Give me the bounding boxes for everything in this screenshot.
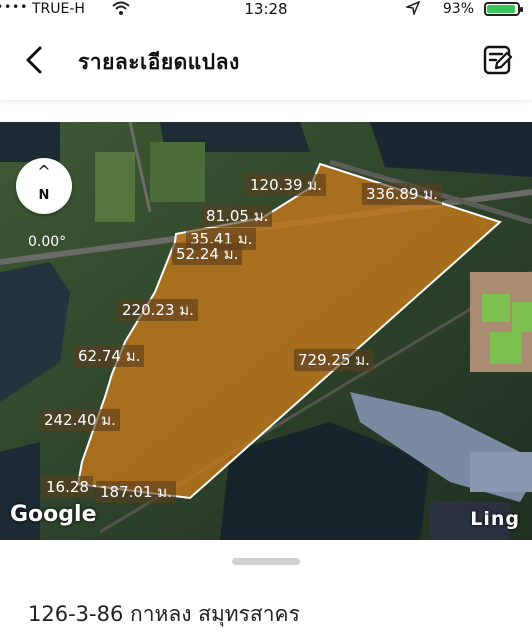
measurement-label: 120.39 ม. — [246, 174, 326, 196]
satellite-map[interactable]: ^ N 0.00° 120.39 ม. 336.89 ม. 81.05 ม. 3… — [0, 122, 532, 540]
edit-button[interactable] — [482, 44, 514, 76]
measurement-label: 242.40 ม. — [40, 409, 120, 431]
sheet-drag-handle[interactable] — [232, 558, 300, 565]
location-arrow-icon — [404, 0, 421, 19]
measurement-label: 16.28 — [42, 476, 93, 498]
battery-icon — [484, 2, 523, 16]
nav-header: รายละเอียดแปลง — [0, 22, 532, 100]
measurement-label: 729.25 ม. — [294, 349, 374, 371]
measurement-label: 62.74 ม. — [74, 345, 145, 367]
compass-north-label: N — [38, 188, 50, 203]
heading-readout: 0.00° — [28, 234, 67, 250]
watermark: Ling — [470, 508, 520, 530]
page-title: รายละเอียดแปลง — [78, 50, 240, 74]
back-button[interactable] — [20, 42, 50, 78]
compass-arrow-icon: ^ — [37, 162, 51, 181]
measurement-label: 336.89 ม. — [362, 183, 442, 205]
battery-percent: 93% — [442, 1, 474, 17]
chevron-left-icon — [26, 46, 42, 74]
measurement-label: 220.23 ม. — [118, 299, 198, 321]
measurement-label: 81.05 ม. — [202, 205, 273, 227]
bottom-sheet: 126-3-86 กาหลง สมุทรสาคร — [0, 540, 532, 640]
status-bar: •••• TRUE-H 13:28 93% — [0, 0, 532, 22]
compass-button[interactable]: ^ N — [16, 158, 72, 214]
plot-info: 126-3-86 กาหลง สมุทรสาคร — [28, 602, 300, 626]
battery-fill — [487, 5, 515, 13]
edit-note-icon — [483, 45, 513, 75]
measurement-label: 187.01 ม. — [96, 481, 176, 503]
measurement-label: 52.24 ม. — [172, 243, 243, 265]
google-attribution: Google — [10, 502, 97, 527]
